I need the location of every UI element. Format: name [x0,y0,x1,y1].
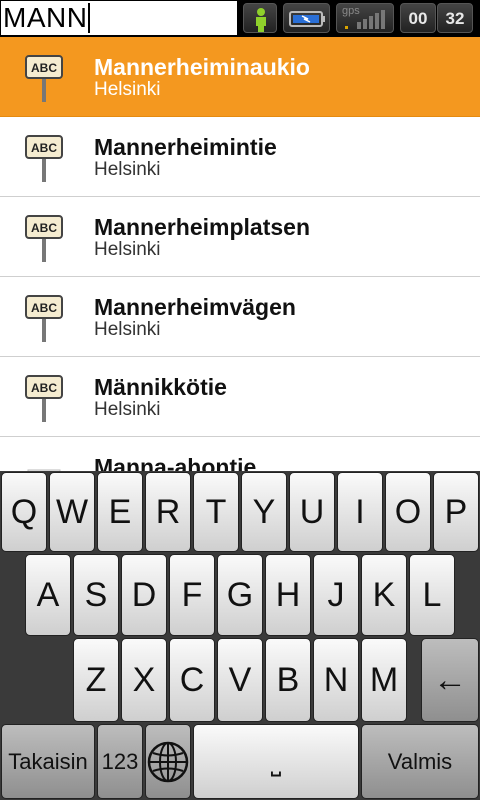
space-key[interactable]: ⎵ [193,724,359,799]
key-r[interactable]: R [145,472,191,552]
key-b[interactable]: B [265,638,311,722]
globe-icon [147,741,189,782]
key-j[interactable]: J [313,554,359,636]
key-w[interactable]: W [49,472,95,552]
result-name: Männikkötie [94,374,227,400]
key-u[interactable]: U [289,472,335,552]
language-key[interactable] [145,724,191,799]
svg-text:ABC: ABC [31,301,57,315]
street-sign-icon: ABC [25,135,63,182]
key-o[interactable]: O [385,472,431,552]
key-y[interactable]: Y [241,472,287,552]
key-c[interactable]: C [169,638,215,722]
result-city: Helsinki [94,159,161,180]
list-item[interactable]: ABC Männikkötie Helsinki [0,357,480,437]
key-q[interactable]: Q [1,472,47,552]
svg-text:ABC: ABC [31,141,57,155]
key-l[interactable]: L [409,554,455,636]
svg-text:ABC: ABC [31,61,57,75]
user-status-button[interactable] [243,3,277,33]
back-button[interactable]: Takaisin [1,724,95,799]
numbers-key[interactable]: 123 [97,724,143,799]
results-list: ABC Mannerheiminaukio Helsinki ABC Manne… [0,37,480,471]
on-screen-keyboard: Q W E R T Y U I O P A S D F G H J K L Z … [0,471,480,800]
list-item[interactable]: ABC Mannerheimplatsen Helsinki [0,197,480,277]
list-item[interactable]: ABC Mannerheimintie Helsinki [0,117,480,197]
key-g[interactable]: G [217,554,263,636]
key-n[interactable]: N [313,638,359,722]
key-a[interactable]: A [25,554,71,636]
result-name: Mannerheimintie [94,134,277,160]
key-i[interactable]: I [337,472,383,552]
gps-signal-icon [345,10,385,29]
result-city: Helsinki [94,79,161,100]
clock-minutes: 32 [437,3,473,33]
key-e[interactable]: E [97,472,143,552]
battery-status-button[interactable] [283,3,330,33]
street-sign-icon: ABC [25,215,63,262]
app-root: MANN gps 00 32 ABC Mannerheiminaukio Hel… [0,0,480,800]
result-city: Helsinki [94,399,161,420]
key-f[interactable]: F [169,554,215,636]
done-button[interactable]: Valmis [361,724,479,799]
search-text: MANN [3,2,88,33]
list-item[interactable]: ABC Mannerheiminaukio Helsinki [0,37,480,117]
backspace-key[interactable]: ← [421,638,479,722]
result-name: Mannerheimvägen [94,294,296,320]
clock-hours-text: 00 [408,9,428,28]
person-icon [256,8,266,32]
list-item[interactable]: Manna-ahontie [0,437,480,471]
key-h[interactable]: H [265,554,311,636]
key-m[interactable]: M [361,638,407,722]
key-z[interactable]: Z [73,638,119,722]
poi-icon [27,469,61,471]
key-t[interactable]: T [193,472,239,552]
key-s[interactable]: S [73,554,119,636]
street-sign-icon: ABC [25,55,63,102]
key-d[interactable]: D [121,554,167,636]
battery-icon [289,11,325,27]
result-name: Mannerheiminaukio [94,54,310,80]
gps-status-button[interactable]: gps [336,3,394,33]
svg-text:ABC: ABC [31,221,57,235]
street-sign-icon: ABC [25,295,63,342]
clock-minutes-text: 32 [445,9,465,28]
key-p[interactable]: P [433,472,479,552]
text-caret [88,3,91,33]
search-input[interactable]: MANN [1,1,237,35]
top-bar: MANN gps 00 32 [0,0,480,37]
result-name: Manna-ahontie [94,454,257,471]
key-v[interactable]: V [217,638,263,722]
result-city: Helsinki [94,319,161,340]
clock-hours: 00 [400,3,436,33]
list-item[interactable]: ABC Mannerheimvägen Helsinki [0,277,480,357]
street-sign-icon: ABC [25,375,63,422]
key-k[interactable]: K [361,554,407,636]
svg-text:ABC: ABC [31,381,57,395]
result-city: Helsinki [94,239,161,260]
key-x[interactable]: X [121,638,167,722]
result-name: Mannerheimplatsen [94,214,310,240]
